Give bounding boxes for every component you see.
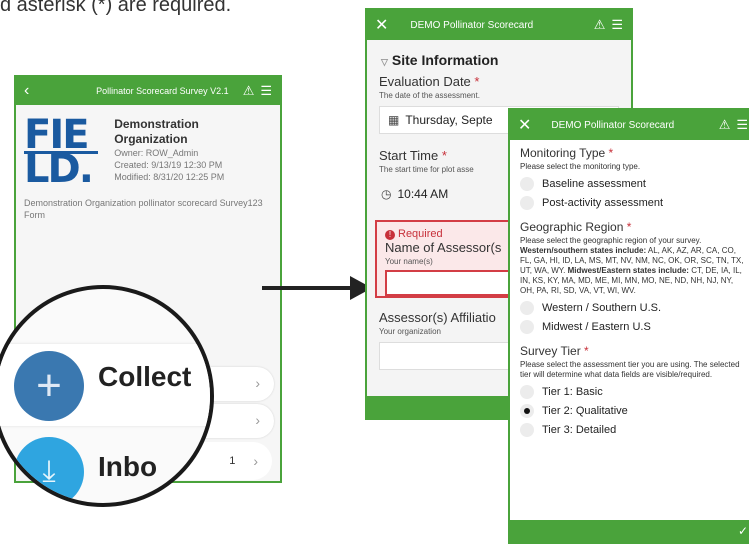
- monitoring-region-screen: ✕ DEMO Pollinator Scorecard ⚠ ☰ Monitori…: [508, 108, 749, 544]
- evaluation-date-label: Evaluation Date *: [379, 74, 480, 89]
- radio-button[interactable]: [520, 385, 534, 399]
- radio-button[interactable]: [520, 423, 534, 437]
- collect-plus-icon[interactable]: +: [14, 351, 84, 421]
- radio-option-post-activity[interactable]: Post-activity assessment: [520, 196, 746, 210]
- survey-tier-hint: Please select the assessment tier you ar…: [520, 360, 740, 379]
- radio-option-tier-2[interactable]: Tier 2: Qualitative: [520, 404, 746, 418]
- check-icon[interactable]: ✓: [738, 524, 748, 538]
- radio-button[interactable]: [520, 320, 534, 334]
- section-header-site-information[interactable]: ▽ Site Information: [367, 40, 631, 74]
- header-title: DEMO Pollinator Scorecard: [551, 119, 675, 131]
- organization-description: Demonstration Organization pollinator sc…: [24, 198, 263, 220]
- inbox-icon[interactable]: ⤓: [14, 437, 84, 503]
- collect-label[interactable]: Collect: [98, 361, 191, 393]
- warning-icon[interactable]: ⚠: [719, 117, 731, 133]
- header-title: Pollinator Scorecard Survey V2.1: [96, 86, 229, 96]
- menu-icon[interactable]: ☰: [260, 83, 272, 99]
- organization-modified: Modified: 8/31/20 12:25 PM: [114, 172, 225, 182]
- geographic-region-label: Geographic Region *: [520, 220, 632, 234]
- geographic-region-hint: Please select the geographic region of y…: [520, 236, 744, 295]
- radio-option-midwest-eastern[interactable]: Midwest / Eastern U.S: [520, 320, 746, 334]
- close-icon[interactable]: ✕: [518, 115, 531, 135]
- app-header: ✕ DEMO Pollinator Scorecard ⚠ ☰: [367, 10, 631, 40]
- app-header: ‹ Pollinator Scorecard Survey V2.1 ⚠ ☰: [16, 77, 280, 105]
- radio-button[interactable]: [520, 301, 534, 315]
- menu-icon[interactable]: ☰: [736, 117, 748, 133]
- back-icon[interactable]: ‹: [24, 82, 29, 100]
- radio-button[interactable]: [520, 196, 534, 210]
- collapse-triangle-icon: ▽: [381, 57, 388, 67]
- clock-icon: ◷: [381, 187, 392, 201]
- chevron-right-icon: ›: [255, 375, 260, 391]
- radio-button[interactable]: [520, 177, 534, 191]
- header-title: DEMO Pollinator Scorecard: [410, 19, 534, 31]
- inbox-label[interactable]: Inbo: [98, 451, 157, 483]
- section-title: Site Information: [391, 52, 499, 68]
- warning-icon[interactable]: ⚠: [243, 83, 255, 99]
- field-logo: FIE LD.: [24, 115, 104, 192]
- monitoring-type-label: Monitoring Type *: [520, 146, 614, 160]
- outbox-count: 1: [229, 455, 236, 467]
- radio-button-selected[interactable]: [520, 404, 534, 418]
- start-time-value: 10:44 AM: [397, 187, 449, 201]
- menu-icon[interactable]: ☰: [611, 17, 623, 33]
- warning-icon[interactable]: ⚠: [594, 17, 606, 33]
- organization-name: Demonstration Organization: [114, 117, 199, 146]
- radio-option-tier-3[interactable]: Tier 3: Detailed: [520, 423, 746, 437]
- magnifier-callout: + Collect ⤓ Inbo: [0, 285, 214, 507]
- organization-info: Demonstration Organization Owner: ROW_Ad…: [114, 117, 272, 191]
- survey-tier-label: Survey Tier *: [520, 344, 589, 358]
- radio-option-baseline[interactable]: Baseline assessment: [520, 177, 746, 191]
- monitoring-type-hint: Please select the monitoring type.: [520, 162, 641, 171]
- screenshot-composite: d asterisk (*) are required. ‹ Pollinato…: [0, 0, 749, 544]
- radio-option-western-southern[interactable]: Western / Southern U.S.: [520, 301, 746, 315]
- radio-option-tier-1[interactable]: Tier 1: Basic: [520, 385, 746, 399]
- error-icon: !: [385, 230, 395, 240]
- close-icon[interactable]: ✕: [375, 15, 388, 35]
- organization-created: Created: 9/13/19 12:30 PM: [114, 160, 223, 170]
- caption-text: d asterisk (*) are required.: [0, 0, 232, 16]
- calendar-icon: ▦: [388, 113, 400, 127]
- logo-text-bottom: LD.: [24, 146, 94, 192]
- organization-card: FIE LD. Demonstration Organization Owner…: [16, 105, 280, 195]
- footer-bar: ✓: [510, 520, 749, 542]
- organization-owner: Owner: ROW_Admin: [114, 148, 199, 158]
- chevron-right-icon: ›: [255, 412, 260, 428]
- app-header: ✕ DEMO Pollinator Scorecard ⚠ ☰: [510, 110, 749, 140]
- chevron-right-icon: ›: [253, 453, 258, 469]
- evaluation-date-hint: The date of the assessment.: [379, 91, 480, 100]
- evaluation-date-value: Thursday, Septe: [405, 113, 493, 127]
